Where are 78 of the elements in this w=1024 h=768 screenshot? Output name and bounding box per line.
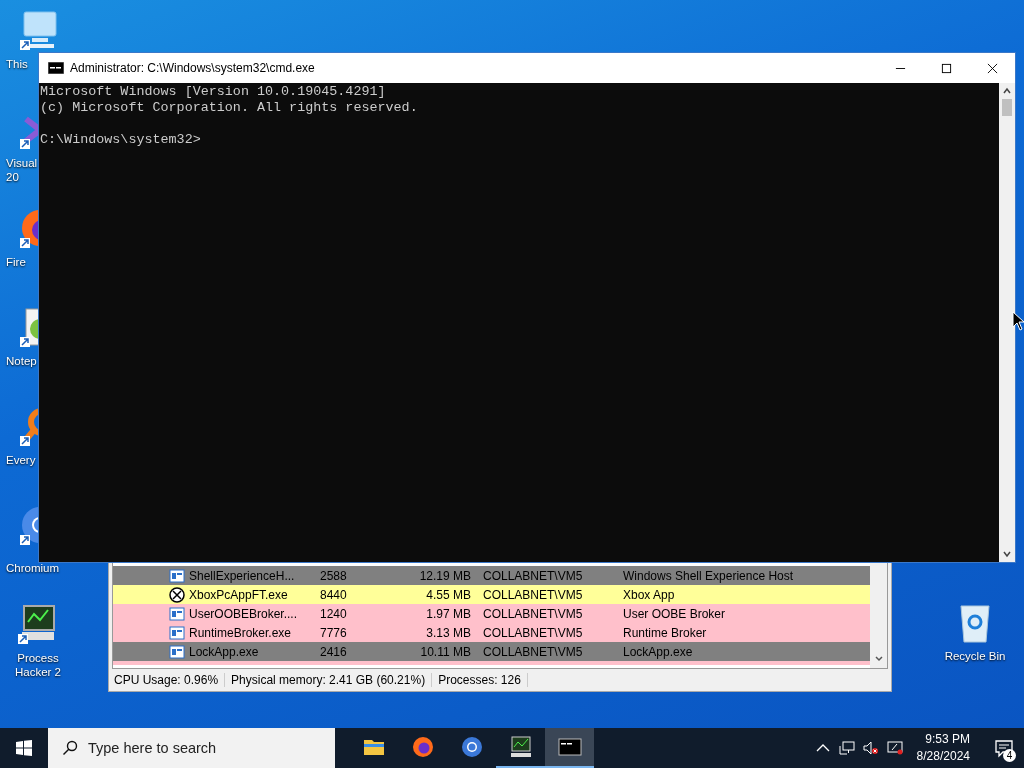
window-title: Administrator: C:\Windows\system32\cmd.exe — [70, 61, 316, 75]
table-cell-text: 2588 — [320, 568, 348, 583]
console-line: Microsoft Windows [Version 10.0.19045.4291] — [40, 84, 387, 100]
close-icon — [986, 62, 998, 74]
window-icon — [169, 643, 185, 660]
table-cell: User OOBE Broker — [623, 606, 726, 621]
speech-bubble-icon — [994, 738, 1014, 758]
clock-time: 9:53 PM — [925, 731, 970, 748]
table-cell-text: RuntimeBroker.exe — [189, 625, 293, 640]
table-cell-text: COLLABNET\VM5 — [483, 587, 584, 602]
clock[interactable]: 9:53 PM 8/28/2024 — [916, 731, 970, 765]
terminal-icon — [48, 62, 64, 74]
search-icon — [62, 740, 78, 756]
table-cell-text: 1.97 MB — [425, 606, 472, 621]
table-cell-text: 12.19 MB — [418, 568, 472, 583]
icon-label: Notep — [6, 354, 37, 368]
table-cell-text: 3.13 MB — [425, 625, 472, 640]
status-text: Physical memory: 2.41 GB (60.21%) — [229, 673, 433, 687]
scroll-thumb[interactable] — [1002, 99, 1012, 116]
monitor-icon[interactable] — [886, 740, 903, 756]
window-icon — [169, 567, 185, 584]
firefox-icon — [410, 735, 435, 759]
process-row[interactable]: ShellExperienceH... 2588 12.19 MB COLLABNET\VM5 Windows Shell Experience Host — [113, 566, 870, 585]
icon-label: Recycle Bin — [944, 649, 1006, 663]
process-row[interactable]: RuntimeBroker.exe 7776 3.13 MB COLLABNET\VM5 Runtime Broker — [113, 623, 870, 642]
icon-label: Chromium — [6, 561, 60, 575]
terminal-icon — [557, 735, 582, 759]
status-text: Processes: 126 — [436, 673, 528, 687]
table-cell-text: COLLABNET\VM5 — [483, 606, 584, 621]
table-cell-text: 8440 — [320, 587, 348, 602]
icon-label: 20 — [6, 170, 19, 184]
table-cell-text: COLLABNET\VM5 — [483, 568, 584, 583]
icon-label: This — [6, 57, 28, 71]
scroll-down-icon[interactable] — [873, 654, 884, 664]
table-cell-text: COLLABNET\VM5 — [483, 625, 584, 640]
table-cell: Windows Shell Experience Host — [623, 568, 794, 583]
clock-date: 8/28/2024 — [916, 748, 970, 765]
taskbar-app-button[interactable] — [545, 728, 594, 768]
table-cell-text: 4.55 MB — [425, 587, 472, 602]
table-cell-text: 10.11 MB — [419, 644, 472, 659]
console-line: (c) Microsoft Corporation. All rights reserved. — [40, 100, 419, 116]
chromium-icon — [459, 735, 484, 759]
monitor-icon — [508, 735, 533, 759]
table-cell: Xbox App — [623, 587, 675, 602]
table-cell: LockApp.exe — [623, 644, 693, 659]
console-prompt: C:\Windows\system32> — [40, 132, 202, 148]
window-icon — [169, 605, 185, 622]
notification-count-badge: 4 — [1003, 749, 1016, 762]
maximize-icon — [940, 62, 952, 74]
window-icon — [169, 624, 185, 641]
table-cell: Runtime Broker — [623, 625, 707, 640]
search-field[interactable]: Type here to search — [48, 728, 335, 768]
table-cell-text: XboxPcAppFT.exe — [189, 587, 289, 602]
process-row[interactable]: LockApp.exe 2416 10.11 MB COLLABNET\VM5 LockApp.exe — [113, 642, 870, 661]
scroll-up-icon[interactable] — [1002, 86, 1012, 96]
icon-label: Every — [6, 453, 36, 467]
scrollbar[interactable] — [870, 563, 887, 668]
icon-label: Hacker 2 — [15, 665, 61, 679]
xbox-icon — [169, 586, 185, 603]
table-cell-text: 1240 — [320, 606, 348, 621]
icon-label: Process — [17, 651, 59, 665]
windows-logo-icon — [16, 740, 32, 756]
scrollbar[interactable] — [999, 83, 1015, 562]
network-icon[interactable] — [838, 740, 855, 756]
status-text: CPU Usage: 0.96% — [112, 673, 226, 687]
volume-muted-icon[interactable] — [862, 740, 879, 756]
table-cell-text: 7776 — [320, 625, 348, 640]
table-cell-text: ShellExperienceH... — [189, 568, 296, 583]
process-row[interactable]: XboxPcAppFT.exe 8440 4.55 MB COLLABNET\VM5 Xbox App — [113, 585, 870, 604]
table-cell-text: COLLABNET\VM5 — [483, 644, 584, 659]
notifications-button[interactable]: 4 — [984, 728, 1024, 768]
icon-label: Visual — [6, 156, 38, 170]
table-cell-text: LockApp.exe — [189, 644, 260, 659]
table-cell-text: UserOOBEBroker.... — [189, 606, 299, 621]
table-cell-text: 2416 — [320, 644, 348, 659]
icon-label: Fire — [6, 255, 26, 269]
scroll-down-icon[interactable] — [1002, 549, 1012, 559]
process-row[interactable]: UserOOBEBroker.... 1240 1.97 MB COLLABNET\VM5 User OOBE Broker — [113, 604, 870, 623]
